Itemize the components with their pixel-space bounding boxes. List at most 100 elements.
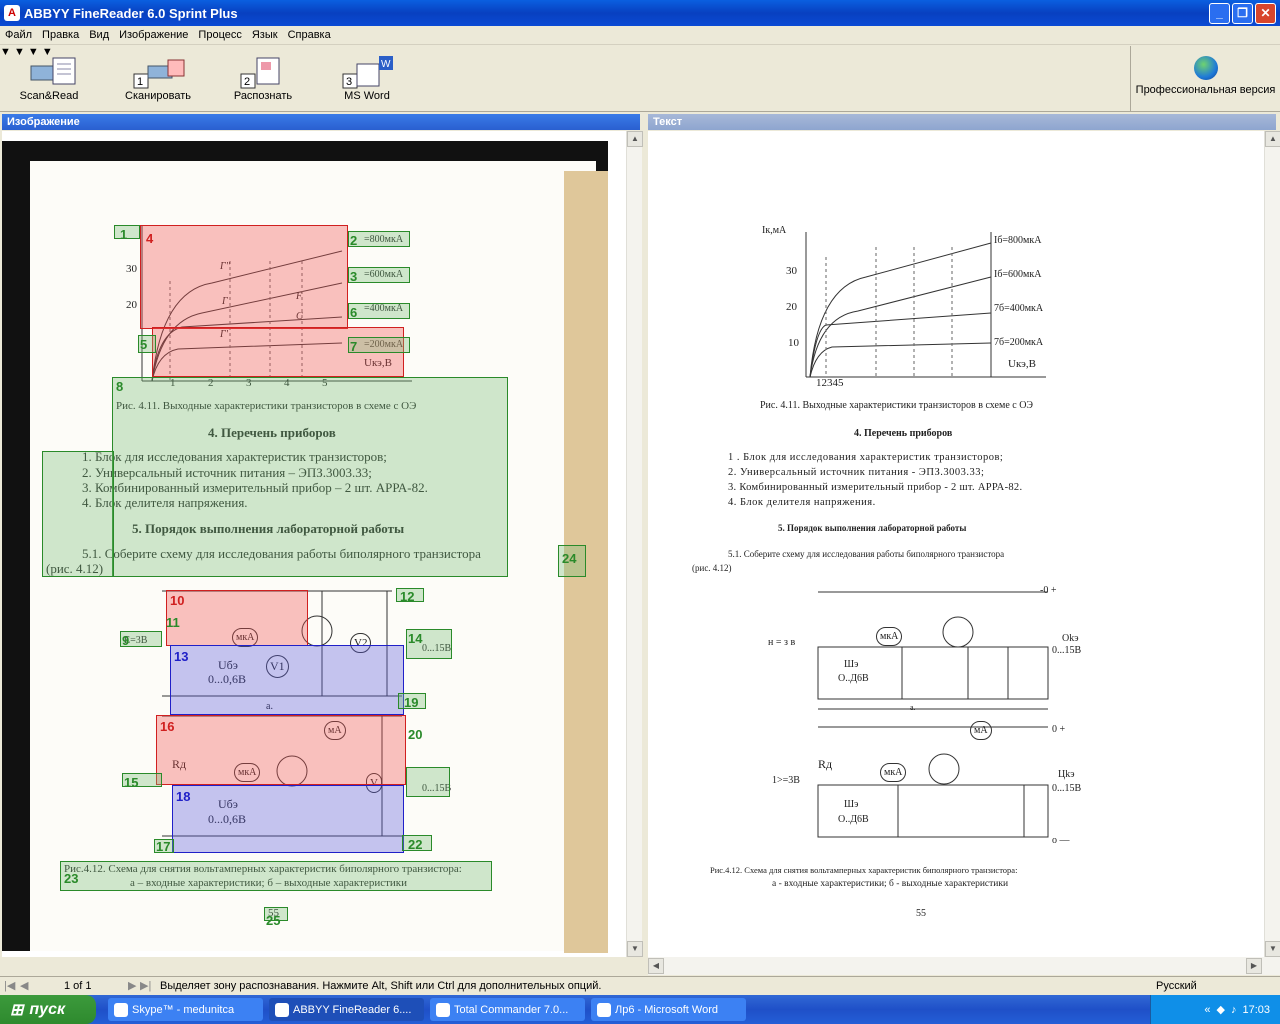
scan-label: Сканировать bbox=[125, 90, 191, 102]
ocr-x-ticks: 12345 bbox=[816, 377, 844, 389]
ocr-okw-range: 0...15В bbox=[1052, 645, 1082, 656]
scroll-up-icon[interactable]: ▲ bbox=[627, 131, 643, 147]
zone-number-13: 13 bbox=[174, 649, 189, 664]
tray-arrow-icon[interactable]: « bbox=[1204, 1004, 1210, 1016]
zone-text-2[interactable] bbox=[348, 231, 410, 247]
ocr-curve-600: Iб=600мкА bbox=[994, 269, 1042, 280]
ocr-mka-a: мкА bbox=[876, 627, 903, 646]
zone-number-10: 10 bbox=[170, 593, 185, 608]
text-pane-header: Текст bbox=[648, 114, 1276, 130]
image-pane-scrollbar[interactable]: ▲ ▼ bbox=[626, 131, 643, 957]
svg-text:3: 3 bbox=[346, 76, 352, 88]
scroll-down-icon[interactable]: ▼ bbox=[627, 941, 643, 957]
zone-picture-16[interactable] bbox=[156, 715, 406, 785]
task-skype-label: Skype™ - medunitca bbox=[132, 1003, 235, 1016]
recognize-button[interactable]: 2 Распознать bbox=[228, 52, 298, 102]
zone-text-7[interactable] bbox=[348, 337, 410, 353]
total-commander-icon bbox=[436, 1002, 450, 1017]
text-pane[interactable]: Iк,мА 30 20 10 12345 Uкэ,В Iб=800мкА Iб=… bbox=[648, 131, 1264, 957]
maximize-button[interactable]: ❐ bbox=[1232, 3, 1253, 24]
task-skype[interactable]: Skype™ - medunitca bbox=[108, 998, 263, 1021]
ocr-label-n3: н = з в bbox=[768, 637, 796, 648]
msword-button[interactable]: 3W MS Word bbox=[332, 52, 402, 102]
ocr-fig2-caption-2: а - входные характеристики; б - выходные… bbox=[772, 879, 1009, 889]
prev-page-icon[interactable]: ◀ bbox=[20, 979, 28, 992]
menu-image[interactable]: Изображение bbox=[114, 29, 193, 41]
ocr-label-o0: 0 + bbox=[1052, 724, 1066, 735]
word-icon bbox=[597, 1002, 611, 1017]
next-page-icon[interactable]: ▶ bbox=[128, 979, 136, 992]
ocr-list-item-4: 4. Блок делителя напряжения. bbox=[728, 497, 876, 508]
menu-help[interactable]: Справка bbox=[283, 29, 336, 41]
task-word-label: Лр6 - Microsoft Word bbox=[615, 1003, 718, 1016]
zone-picture-4[interactable] bbox=[140, 225, 348, 329]
zone-number-9: 9 bbox=[122, 633, 130, 648]
ocr-fig1-caption: Рис. 4.11. Выходные характеристики транз… bbox=[760, 400, 1034, 411]
zone-number-2: 2 bbox=[350, 233, 358, 248]
menu-language[interactable]: Язык bbox=[247, 29, 283, 41]
title-bar: A ABBYY FineReader 6.0 Sprint Plus _ ❐ ✕ bbox=[0, 0, 1280, 26]
task-finereader[interactable]: ABBYY FineReader 6.... bbox=[269, 998, 424, 1021]
menu-file[interactable]: Файл bbox=[0, 29, 37, 41]
menu-view[interactable]: Вид bbox=[84, 29, 114, 41]
zone-text-23[interactable] bbox=[60, 861, 492, 891]
start-button[interactable]: ⊞ пуск bbox=[0, 995, 96, 1024]
last-page-icon[interactable]: ▶| bbox=[140, 979, 151, 992]
zone-table-18[interactable] bbox=[172, 785, 404, 853]
ocr-section5-heading: 5. Порядок выполнения лабораторной работ… bbox=[778, 523, 967, 533]
zone-number-23: 23 bbox=[64, 871, 79, 886]
first-page-icon[interactable]: |◀ bbox=[4, 979, 15, 992]
ocr-okw-label: Оkэ bbox=[1062, 633, 1079, 644]
zone-text-3[interactable] bbox=[348, 267, 410, 283]
zone-text-20[interactable] bbox=[406, 767, 450, 797]
y-tick-30: 30 bbox=[126, 263, 137, 275]
tray-volume-icon[interactable]: ♪ bbox=[1231, 1004, 1237, 1016]
ocr-list-item-2: 2. Универсальный источник питания - ЭПЗ.… bbox=[728, 467, 985, 478]
zone-text-8-left[interactable] bbox=[42, 451, 114, 577]
zone-number-4: 4 bbox=[146, 231, 154, 246]
ocr-rd-label: Rд bbox=[818, 757, 833, 771]
ocr-curve-800: Iб=800мкА bbox=[994, 235, 1042, 246]
ocr-ma: мА bbox=[970, 721, 992, 740]
menu-edit[interactable]: Правка bbox=[37, 29, 84, 41]
ocr-y-tick-30: 30 bbox=[786, 265, 797, 277]
pro-version-button[interactable]: Профессиональная версия bbox=[1130, 46, 1280, 112]
zone-number-6: 6 bbox=[350, 305, 358, 320]
ocr-y-tick-10: 10 bbox=[788, 337, 799, 349]
minimize-button[interactable]: _ bbox=[1209, 3, 1230, 24]
zone-picture-10[interactable] bbox=[166, 590, 308, 646]
scan-read-button[interactable]: Scan&Read bbox=[14, 52, 84, 102]
scroll-left-icon[interactable]: ◀ bbox=[648, 958, 664, 974]
zone-text-6[interactable] bbox=[348, 303, 410, 319]
text-pane-hscrollbar[interactable]: ◀ ▶ bbox=[648, 957, 1280, 975]
scan-read-dropdown-icon[interactable]: ▼ bbox=[0, 46, 11, 58]
task-total-commander-label: Total Commander 7.0... bbox=[454, 1003, 569, 1016]
svg-text:1: 1 bbox=[137, 76, 143, 88]
zone-table-13[interactable] bbox=[170, 645, 404, 715]
zone-number-14: 14 bbox=[408, 631, 423, 646]
zone-number-18: 18 bbox=[176, 789, 191, 804]
start-label: пуск bbox=[29, 1000, 66, 1018]
task-total-commander[interactable]: Total Commander 7.0... bbox=[430, 998, 585, 1021]
status-language: Русский bbox=[1156, 980, 1197, 992]
ocr-she-b: Шэ bbox=[844, 799, 859, 810]
zone-number-7: 7 bbox=[350, 339, 358, 354]
scroll-right-icon[interactable]: ▶ bbox=[1246, 958, 1262, 974]
zone-number-19: 19 bbox=[404, 695, 419, 710]
text-pane-scrollbar[interactable]: ▲ ▼ bbox=[1264, 131, 1280, 957]
pro-version-label: Профессиональная версия bbox=[1135, 84, 1276, 96]
menu-process[interactable]: Процесс bbox=[193, 29, 246, 41]
scan-button[interactable]: 1 Сканировать bbox=[120, 52, 196, 102]
scroll-up-icon[interactable]: ▲ bbox=[1265, 131, 1280, 147]
ocr-label-x0: -0 + bbox=[1040, 585, 1057, 596]
zone-text-8[interactable] bbox=[112, 377, 508, 577]
close-button[interactable]: ✕ bbox=[1255, 3, 1276, 24]
tray-shield-icon[interactable]: ◆ bbox=[1217, 1003, 1225, 1016]
zone-number-17: 17 bbox=[156, 839, 171, 854]
msword-label: MS Word bbox=[344, 90, 390, 102]
scroll-down-icon[interactable]: ▼ bbox=[1265, 941, 1280, 957]
image-pane[interactable]: 30 20 1 2 3 4 5 Uкэ,В Г'' Г F С Г' =800м… bbox=[2, 131, 626, 957]
task-word[interactable]: Лр6 - Microsoft Word bbox=[591, 998, 746, 1021]
skype-icon bbox=[114, 1002, 128, 1017]
ocr-curve-400: 7б=400мкА bbox=[994, 303, 1044, 314]
